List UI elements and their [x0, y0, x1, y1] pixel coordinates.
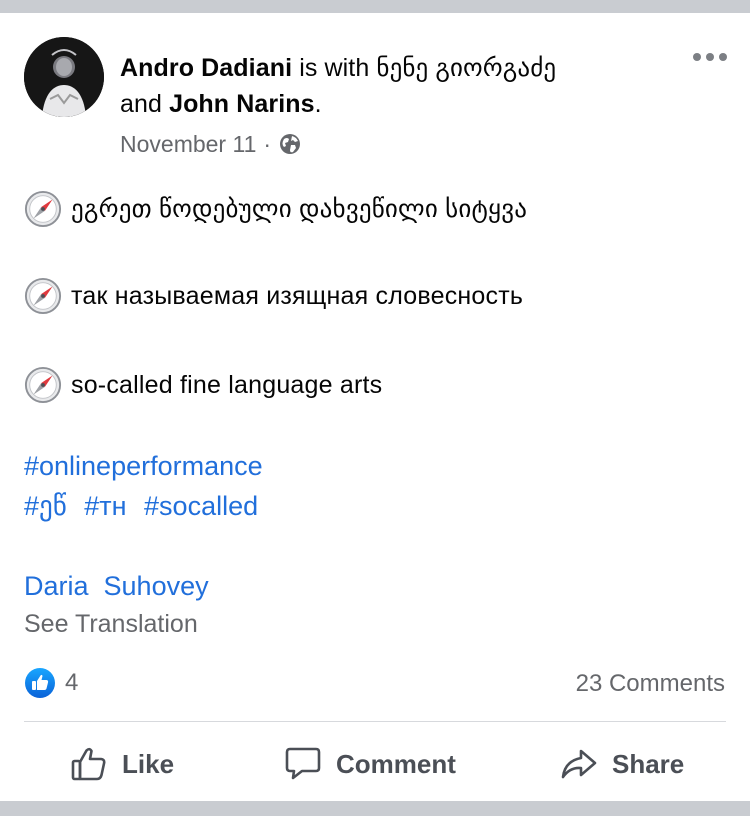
post-text: так называемая изящная словесность: [71, 282, 524, 310]
reaction-summary[interactable]: 4: [24, 667, 78, 699]
post-meta: November 11 ·: [120, 128, 302, 160]
tagged-user-2[interactable]: John Narins: [169, 90, 315, 118]
share-arrow-icon: [561, 749, 597, 779]
avatar[interactable]: [24, 37, 104, 117]
meta-separator: ·: [263, 131, 272, 157]
hashtags-line-2: #ეწ #тн #socalled: [24, 488, 268, 524]
more-dot: [693, 53, 701, 61]
post-text-line-russian: так называемая изящная словесность: [24, 277, 523, 315]
facebook-post: Andro Dadiani is with ნენე გიორგაძე and …: [0, 0, 750, 816]
like-reaction-icon: [25, 668, 55, 698]
post-text: so-called fine language arts: [71, 371, 383, 399]
divider: [24, 721, 726, 722]
comments-count-link[interactable]: 23 Comments: [576, 667, 725, 701]
compass-icon: [24, 190, 62, 228]
like-button[interactable]: Like: [70, 740, 174, 788]
share-button[interactable]: Share: [560, 740, 684, 788]
post-text-line-english: so-called fine language arts: [24, 366, 382, 404]
more-options-icon[interactable]: [690, 44, 730, 70]
compass-icon: [24, 277, 62, 315]
and-text: and: [120, 90, 163, 118]
reaction-count: 4: [65, 669, 79, 696]
hashtag-link[interactable]: #onlineperformance: [24, 451, 263, 481]
globe-icon[interactable]: [278, 132, 302, 156]
hashtag-link[interactable]: #socalled: [144, 491, 258, 521]
hashtag-link[interactable]: #тн: [84, 491, 126, 521]
see-translation-link[interactable]: See Translation: [24, 607, 198, 641]
post-date[interactable]: November 11: [120, 128, 256, 160]
thumbs-up-icon: [71, 747, 106, 781]
author-name[interactable]: Andro Dadiani: [120, 54, 292, 82]
header-period: .: [314, 90, 322, 118]
feed-separator-bottom: [0, 801, 750, 816]
with-text: is with: [299, 54, 370, 82]
tagged-user-1[interactable]: ნენე გიორგაძე: [376, 54, 556, 82]
post-text-line-georgian: ეგრეთ წოდებული დახვეწილი სიტყვა: [24, 190, 527, 228]
more-dot: [706, 53, 714, 61]
mention-link[interactable]: Daria Suhovey: [24, 568, 209, 604]
comment-label: Comment: [336, 748, 456, 779]
feed-separator-top: [0, 0, 750, 13]
compass-icon: [24, 366, 62, 404]
post-text: ეგრეთ წოდებული დახვეწილი სიტყვა: [71, 195, 528, 223]
post-header-line-2: and John Narins.: [120, 86, 322, 122]
avatar-image: [24, 37, 104, 117]
post-header-line-1: Andro Dadiani is with ნენე გიორგაძე: [120, 50, 556, 86]
like-label: Like: [122, 748, 175, 779]
hashtag-link[interactable]: #ეწ: [24, 491, 67, 521]
more-dot: [719, 53, 727, 61]
comment-bubble-icon: [285, 747, 321, 780]
comment-button[interactable]: Comment: [284, 740, 456, 788]
hashtags-line-1: #onlineperformance: [24, 448, 263, 484]
share-label: Share: [612, 748, 685, 779]
